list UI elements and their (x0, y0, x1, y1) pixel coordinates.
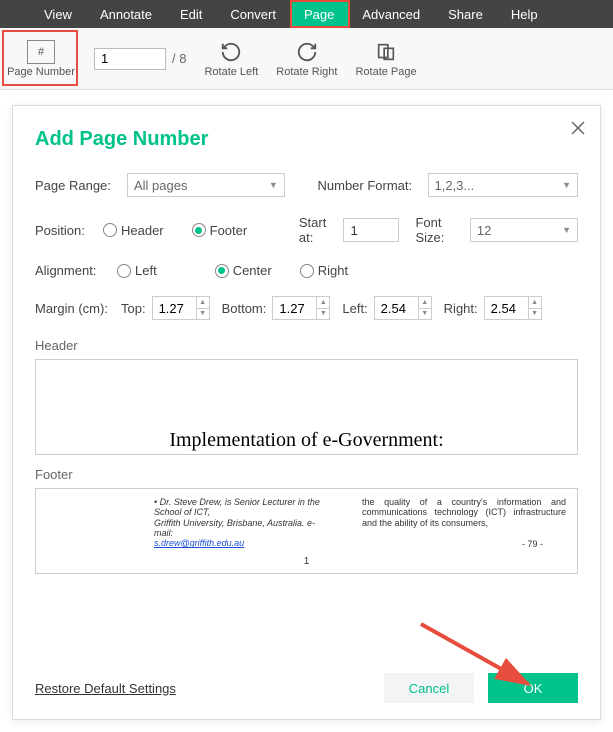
toolbar: # Page Number / 8 Rotate Left Rotate Rig… (0, 28, 613, 90)
footer-preview: • Dr. Steve Drew, is Senior Lecturer in … (35, 488, 578, 574)
footer-left-line1: Dr. Steve Drew, is Senior Lecturer in th… (154, 497, 320, 517)
font-size-value: 12 (477, 223, 491, 238)
ok-button[interactable]: OK (488, 673, 578, 703)
spin-down-icon[interactable]: ▼ (197, 309, 209, 320)
header-preview-title: Implementation of e-Government: (169, 429, 443, 452)
chevron-down-icon: ▼ (562, 180, 571, 190)
close-button[interactable] (570, 120, 586, 139)
menu-help[interactable]: Help (497, 0, 552, 28)
chevron-down-icon: ▼ (562, 225, 571, 235)
margin-bottom-field[interactable] (272, 296, 316, 320)
page-range-label: Page Range: (35, 178, 117, 193)
alignment-label: Alignment: (35, 263, 107, 278)
footer-section-label: Footer (35, 467, 578, 482)
footer-preview-right: the quality of a country's information a… (362, 497, 566, 528)
dialog-title: Add Page Number (35, 128, 578, 151)
page-number-button[interactable]: # Page Number (6, 28, 76, 89)
page-number-input[interactable] (94, 48, 166, 70)
chevron-down-icon: ▼ (269, 180, 278, 190)
start-at-label: Start at: (299, 215, 334, 245)
margin-bottom-label: Bottom: (222, 301, 267, 316)
margin-top-label: Top: (121, 301, 146, 316)
start-at-input[interactable] (343, 218, 399, 242)
position-header-radio[interactable]: Header (103, 223, 164, 238)
page-range-select[interactable]: All pages ▼ (127, 173, 285, 197)
menubar: View Annotate Edit Convert Page Advanced… (0, 0, 613, 28)
restore-defaults-link[interactable]: Restore Default Settings (35, 681, 176, 696)
margin-left-label: Left: (342, 301, 367, 316)
menu-share[interactable]: Share (434, 0, 497, 28)
position-header-text: Header (121, 223, 164, 238)
spin-up-icon[interactable]: ▲ (317, 297, 329, 309)
spin-down-icon[interactable]: ▼ (419, 309, 431, 320)
number-format-value: 1,2,3... (435, 178, 475, 193)
rotate-page-button[interactable]: Rotate Page (355, 28, 416, 89)
footer-page-number-right: - 79 - (522, 539, 543, 549)
rotate-right-icon (295, 40, 319, 64)
menu-view[interactable]: View (30, 0, 86, 28)
cancel-button[interactable]: Cancel (384, 673, 474, 703)
number-format-label: Number Format: (318, 178, 418, 193)
position-footer-text: Footer (210, 223, 248, 238)
footer-left-email: s.drew@griffith.edu.au (154, 538, 244, 548)
menu-convert[interactable]: Convert (216, 0, 290, 28)
menu-edit[interactable]: Edit (166, 0, 216, 28)
spin-up-icon[interactable]: ▲ (529, 297, 541, 309)
footer-left-line2: Griffith University, Brisbane, Australia… (154, 518, 334, 539)
page-number-icon: # (27, 40, 55, 64)
page-input-group: / 8 (94, 48, 186, 70)
margin-right-input[interactable]: ▲▼ (484, 296, 542, 320)
page-range-value: All pages (134, 178, 187, 193)
alignment-left-text: Left (135, 263, 157, 278)
rotate-left-button[interactable]: Rotate Left (204, 28, 258, 89)
rotate-page-icon (374, 40, 398, 64)
alignment-right-radio[interactable]: Right (300, 263, 348, 278)
rotate-right-button[interactable]: Rotate Right (276, 28, 337, 89)
rotate-right-label: Rotate Right (276, 66, 337, 78)
margin-top-field[interactable] (152, 296, 196, 320)
page-number-label: Page Number (7, 66, 75, 78)
spin-up-icon[interactable]: ▲ (419, 297, 431, 309)
header-section-label: Header (35, 338, 578, 353)
number-format-select[interactable]: 1,2,3... ▼ (428, 173, 578, 197)
page-total: / 8 (172, 51, 186, 66)
alignment-right-text: Right (318, 263, 348, 278)
alignment-center-text: Center (233, 263, 272, 278)
margin-label: Margin (cm): (35, 301, 115, 316)
spin-up-icon[interactable]: ▲ (197, 297, 209, 309)
footer-page-number-center: 1 (304, 556, 310, 567)
spin-down-icon[interactable]: ▼ (529, 309, 541, 320)
alignment-center-radio[interactable]: Center (215, 263, 272, 278)
rotate-left-icon (219, 40, 243, 64)
header-preview: Implementation of e-Government: (35, 359, 578, 455)
margin-top-input[interactable]: ▲▼ (152, 296, 210, 320)
font-size-select[interactable]: 12 ▼ (470, 218, 578, 242)
rotate-page-label: Rotate Page (355, 66, 416, 78)
spin-down-icon[interactable]: ▼ (317, 309, 329, 320)
margin-bottom-input[interactable]: ▲▼ (272, 296, 330, 320)
margin-left-field[interactable] (374, 296, 418, 320)
alignment-left-radio[interactable]: Left (117, 263, 157, 278)
margin-left-input[interactable]: ▲▼ (374, 296, 432, 320)
position-footer-radio[interactable]: Footer (192, 223, 248, 238)
menu-page[interactable]: Page (290, 0, 348, 28)
menu-annotate[interactable]: Annotate (86, 0, 166, 28)
margin-right-label: Right: (444, 301, 478, 316)
position-label: Position: (35, 223, 93, 238)
menu-advanced[interactable]: Advanced (348, 0, 434, 28)
rotate-left-label: Rotate Left (204, 66, 258, 78)
add-page-number-dialog: Add Page Number Page Range: All pages ▼ N… (12, 105, 601, 720)
font-size-label: Font Size: (415, 215, 459, 245)
footer-preview-left: • Dr. Steve Drew, is Senior Lecturer in … (154, 497, 334, 549)
margin-right-field[interactable] (484, 296, 528, 320)
